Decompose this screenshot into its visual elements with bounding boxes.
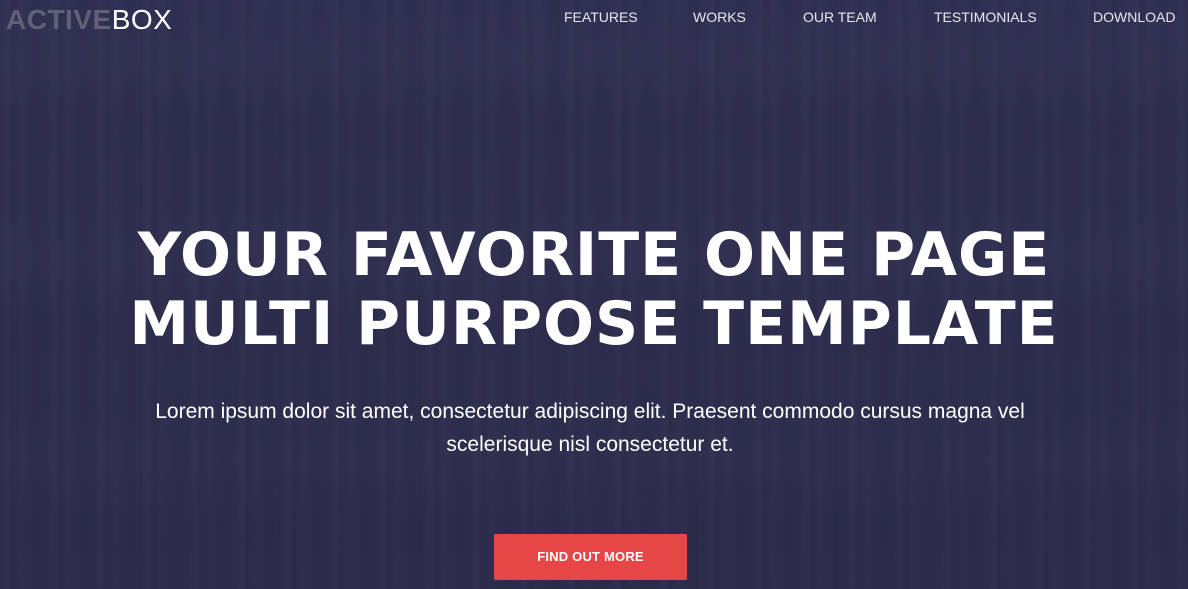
brand-logo-light: BOX — [111, 4, 173, 35]
nav-item-works[interactable]: WORKS — [693, 8, 746, 26]
hero-headline-line-1: YOUR FAVORITE ONE PAGE — [137, 220, 1051, 290]
find-out-more-button[interactable]: FIND OUT MORE — [494, 534, 687, 580]
nav-item-our-team[interactable]: OUR TEAM — [803, 8, 877, 26]
hero-subtext-line-2: scelerisque nisl consectetur et. — [446, 433, 734, 456]
nav-item-features[interactable]: FEATURES — [564, 8, 638, 26]
nav-item-testimonials[interactable]: TESTIMONIALS — [934, 8, 1037, 26]
brand-logo[interactable]: ACTIVEBOX — [6, 4, 172, 36]
brand-logo-strong: ACTIVE — [6, 4, 112, 35]
hero-section: ACTIVEBOX FEATURES WORKS OUR TEAM TESTIM… — [0, 0, 1188, 589]
hero-subtext-line-1: Lorem ipsum dolor sit amet, consectetur … — [155, 400, 1025, 423]
hero-headline-line-2: MULTI PURPOSE TEMPLATE — [129, 289, 1059, 359]
nav-item-download[interactable]: DOWNLOAD — [1093, 8, 1175, 26]
